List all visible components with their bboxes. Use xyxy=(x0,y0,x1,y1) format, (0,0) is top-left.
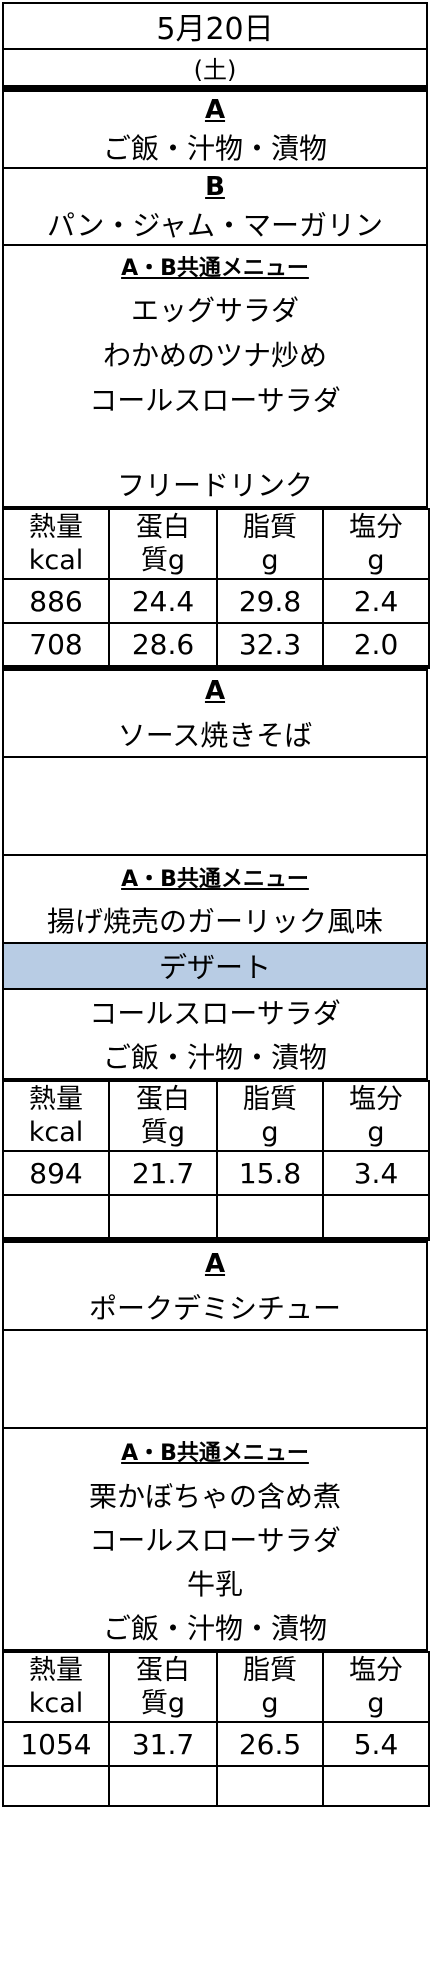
menu-sheet: 5月20日 (土) A ご飯・汁物・漬物 B パン・ジャム・マーガリン A・B共… xyxy=(2,2,430,1807)
nutrition-value: 3.4 xyxy=(322,1150,430,1196)
nutrition-header-protein: 蛋白 質g xyxy=(108,1080,218,1152)
date-cell: 5月20日 xyxy=(2,2,428,50)
nutrition-value: 15.8 xyxy=(216,1150,324,1196)
nutrition-empty xyxy=(108,1194,218,1241)
dinner-section: A ポークデミシチュー A・B共通メニュー 栗かぼちゃの含め煮 コールスローサラ… xyxy=(2,1241,428,1651)
breakfast-a-menu: ご飯・汁物・漬物 xyxy=(2,127,428,169)
breakfast-item: わかめのツナ炒め xyxy=(2,331,428,376)
breakfast-a-label: A xyxy=(2,90,428,127)
nutrition-value: 32.3 xyxy=(216,622,324,669)
nutrition-header-energy: 熱量 kcal xyxy=(2,1651,110,1723)
dinner-item: ご飯・汁物・漬物 xyxy=(2,1605,428,1651)
date-header: 5月20日 (土) xyxy=(2,2,428,90)
breakfast-common-label: A・B共通メニュー xyxy=(2,244,428,286)
nutrition-value: 1054 xyxy=(2,1721,110,1767)
dinner-item: 栗かぼちゃの含め煮 xyxy=(2,1473,428,1517)
lunch-nutrition-table: 熱量 kcal 蛋白 質g 脂質 g 塩分 g 894 21.7 15.8 3.… xyxy=(2,1080,430,1241)
nutrition-value: 2.0 xyxy=(322,622,430,669)
nutrition-value: 31.7 xyxy=(108,1721,218,1767)
table-row: 886 24.4 29.8 2.4 xyxy=(2,578,430,624)
lunch-section: A ソース焼きそば A・B共通メニュー 揚げ焼売のガーリック風味 デザート コー… xyxy=(2,669,428,1080)
breakfast-nutrition-table: 熱量 kcal 蛋白 質g 脂質 g 塩分 g 886 24.4 29.8 2.… xyxy=(2,508,430,669)
weekday-cell: (土) xyxy=(2,48,428,90)
dinner-item: コールスローサラダ xyxy=(2,1517,428,1561)
breakfast-item: エッグサラダ xyxy=(2,286,428,331)
nutrition-value: 894 xyxy=(2,1150,110,1196)
nutrition-header-energy: 熱量 kcal xyxy=(2,1080,110,1152)
breakfast-section: A ご飯・汁物・漬物 B パン・ジャム・マーガリン A・B共通メニュー エッグサ… xyxy=(2,90,428,508)
nutrition-header-salt: 塩分 g xyxy=(322,1080,430,1152)
nutrition-empty xyxy=(322,1194,430,1241)
lunch-item: ご飯・汁物・漬物 xyxy=(2,1034,428,1080)
dinner-a-label: A xyxy=(2,1241,428,1285)
nutrition-header-energy: 熱量 kcal xyxy=(2,508,110,580)
nutrition-value: 28.6 xyxy=(108,622,218,669)
lunch-a-label: A xyxy=(2,669,428,711)
nutrition-header-salt: 塩分 g xyxy=(322,1651,430,1723)
nutrition-header-protein: 蛋白 質g xyxy=(108,508,218,580)
table-row: 708 28.6 32.3 2.0 xyxy=(2,622,430,669)
breakfast-item: コールスローサラダ xyxy=(2,376,428,421)
nutrition-value: 21.7 xyxy=(108,1150,218,1196)
table-row xyxy=(2,1194,430,1241)
lunch-item: 揚げ焼売のガーリック風味 xyxy=(2,898,428,944)
breakfast-b-menu: パン・ジャム・マーガリン xyxy=(2,204,428,246)
nutrition-value: 26.5 xyxy=(216,1721,324,1767)
nutrition-value: 29.8 xyxy=(216,578,324,624)
dinner-blank-row xyxy=(2,1329,428,1429)
table-row xyxy=(2,1765,430,1807)
nutrition-empty xyxy=(2,1194,110,1241)
nutrition-value: 24.4 xyxy=(108,578,218,624)
table-row: 1054 31.7 26.5 5.4 xyxy=(2,1721,430,1767)
nutrition-value: 886 xyxy=(2,578,110,624)
nutrition-value: 2.4 xyxy=(322,578,430,624)
nutrition-empty xyxy=(108,1765,218,1807)
lunch-a-menu: ソース焼きそば xyxy=(2,711,428,758)
breakfast-blank-row xyxy=(2,421,428,461)
dinner-common-label: A・B共通メニュー xyxy=(2,1427,428,1473)
nutrition-header-salt: 塩分 g xyxy=(322,508,430,580)
nutrition-empty xyxy=(216,1765,324,1807)
breakfast-item: フリードリンク xyxy=(2,461,428,508)
nutrition-value: 5.4 xyxy=(322,1721,430,1767)
nutrition-header-protein: 蛋白 質g xyxy=(108,1651,218,1723)
lunch-item: コールスローサラダ xyxy=(2,988,428,1034)
nutrition-empty xyxy=(216,1194,324,1241)
lunch-common-label: A・B共通メニュー xyxy=(2,854,428,898)
nutrition-header-fat: 脂質 g xyxy=(216,1080,324,1152)
dinner-nutrition-table: 熱量 kcal 蛋白 質g 脂質 g 塩分 g 1054 31.7 26.5 5… xyxy=(2,1651,430,1807)
table-row: 894 21.7 15.8 3.4 xyxy=(2,1150,430,1196)
dinner-item: 牛乳 xyxy=(2,1561,428,1605)
lunch-blank-row xyxy=(2,756,428,856)
nutrition-empty xyxy=(322,1765,430,1807)
breakfast-b-label: B xyxy=(2,167,428,204)
nutrition-header-fat: 脂質 g xyxy=(216,508,324,580)
nutrition-empty xyxy=(2,1765,110,1807)
dinner-a-menu: ポークデミシチュー xyxy=(2,1285,428,1331)
nutrition-value: 708 xyxy=(2,622,110,669)
lunch-item-dessert: デザート xyxy=(2,942,428,990)
nutrition-header-fat: 脂質 g xyxy=(216,1651,324,1723)
